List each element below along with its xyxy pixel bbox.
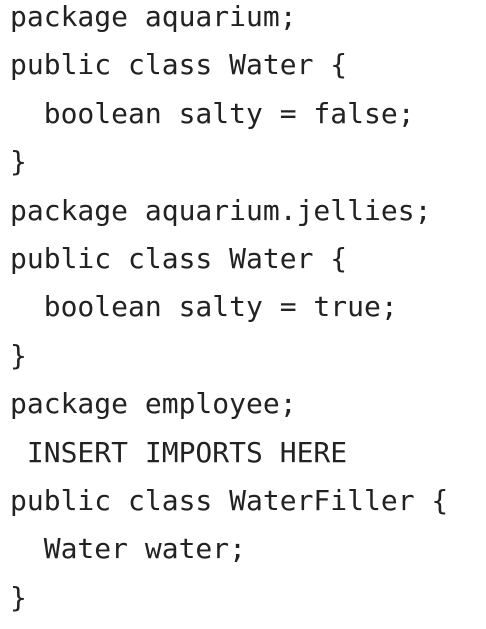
code-line-close-brace: }: [10, 338, 27, 372]
code-line-package-employee: package employee;: [10, 387, 297, 421]
code-line-water-field: Water water;: [10, 532, 247, 566]
code-line-insert-imports: INSERT IMPORTS HERE: [10, 435, 348, 469]
code-line-class-water: public class Water {: [10, 241, 348, 275]
code-line-close-brace: }: [10, 145, 27, 179]
code-line-class-water: public class Water {: [10, 48, 348, 82]
code-line-class-waterfiller: public class WaterFiller {: [10, 483, 449, 517]
code-line-package-jellies: package aquarium.jellies;: [10, 193, 432, 227]
code-line-package-aquarium: package aquarium;: [10, 0, 297, 33]
code-line-salty-false: boolean salty = false;: [10, 96, 415, 130]
code-snippet: package aquarium; public class Water { b…: [0, 0, 486, 624]
code-line-salty-true: boolean salty = true;: [10, 290, 398, 324]
code-line-close-brace: }: [10, 580, 27, 614]
